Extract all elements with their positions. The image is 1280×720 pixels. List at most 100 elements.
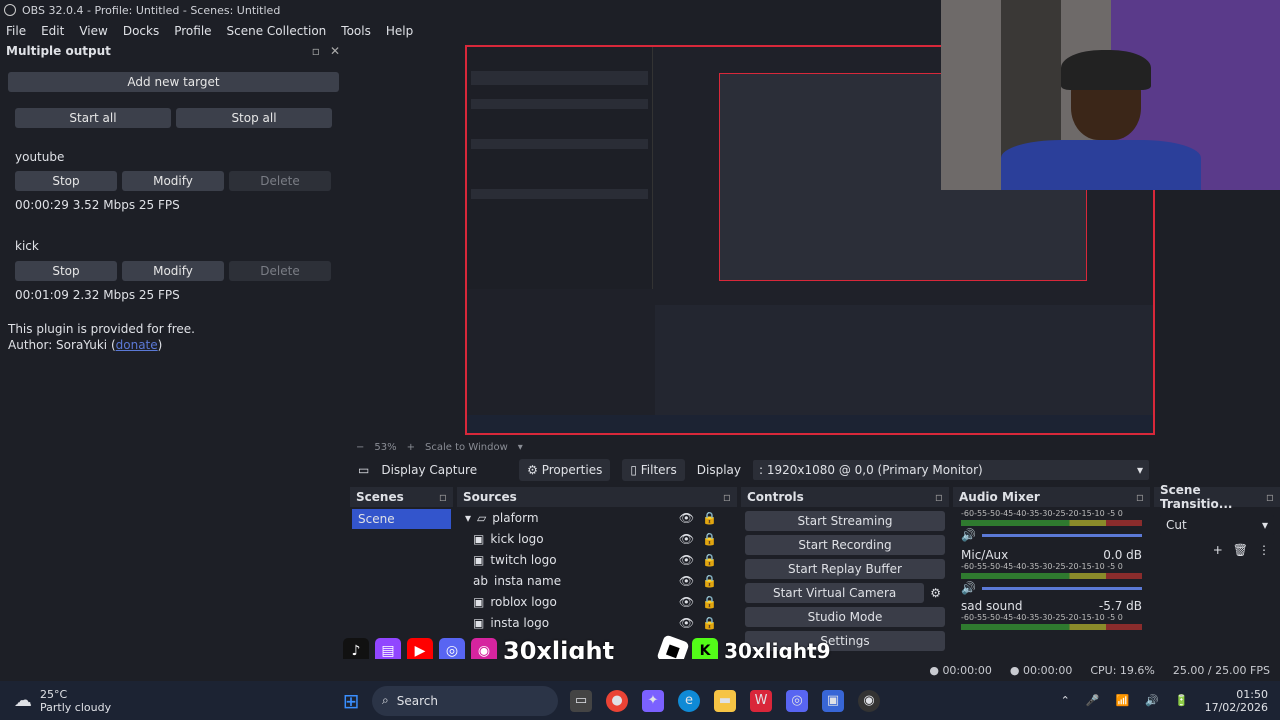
discord-icon[interactable]: ◎ [786, 689, 808, 712]
source-row[interactable]: ▣ roblox logo 👁🔒 [457, 591, 737, 612]
task-view-icon[interactable]: ▭ [570, 689, 592, 712]
edge-icon[interactable]: e [678, 689, 700, 712]
source-label: plaform [492, 510, 539, 525]
gear-icon[interactable]: ⚙ [930, 586, 941, 600]
chevron-down-icon[interactable]: ▾ [465, 511, 471, 525]
trash-icon[interactable]: 🗑 [1233, 543, 1248, 557]
source-row[interactable]: ▣ insta logo 👁🔒 [457, 612, 737, 633]
filters-button[interactable]: ▯ Filters [622, 459, 685, 481]
chrome-icon[interactable]: ● [606, 689, 628, 712]
channel-name: sad sound [961, 599, 1023, 613]
copilot-icon[interactable]: ✦ [642, 689, 664, 712]
float-icon[interactable]: ▫ [723, 490, 731, 504]
clock[interactable]: 01:50 17/02/2026 [1205, 688, 1268, 714]
menu-tools[interactable]: Tools [341, 24, 371, 38]
zoom-out-icon[interactable]: − [356, 442, 364, 453]
source-row[interactable]: ▣ twitch logo 👁🔒 [457, 549, 737, 570]
zoom-in-icon[interactable]: + [407, 442, 415, 453]
source-label: kick logo [490, 531, 544, 546]
menu-profile[interactable]: Profile [174, 24, 211, 38]
properties-button[interactable]: ⚙ Properties [519, 459, 611, 481]
visibility-lock-icons[interactable]: 👁🔒 [679, 532, 725, 546]
menu-help[interactable]: Help [386, 24, 413, 38]
add-target-button[interactable]: Add new target [8, 72, 339, 92]
dock-title: Scene Transitio... [1160, 483, 1233, 511]
stop-button[interactable]: Stop [15, 261, 117, 281]
studio-mode-button[interactable]: Studio Mode [745, 607, 945, 627]
delete-button[interactable]: Delete [229, 171, 331, 191]
app-icon[interactable]: ▣ [822, 689, 844, 712]
search-label: Search [396, 693, 438, 708]
weather-widget[interactable]: ☁ 25°C Partly cloudy [0, 688, 340, 714]
float-icon[interactable]: ▫ [1266, 490, 1274, 504]
volume-meter [961, 573, 1142, 579]
audio-mixer-dock: Audio Mixer ▫ -60-55-50-45-40-35-30-25-20… [953, 487, 1150, 659]
target-stats: 00:00:29 3.52 Mbps 25 FPS [15, 198, 180, 212]
volume-slider[interactable] [981, 533, 1142, 537]
weather-icon: ☁ [14, 690, 32, 711]
start-recording-button[interactable]: Start Recording [745, 535, 945, 555]
stop-button[interactable]: Stop [15, 171, 117, 191]
properties-label: Properties [541, 463, 603, 477]
start-virtual-camera-button[interactable]: Start Virtual Camera [745, 583, 925, 603]
visibility-lock-icons[interactable]: 👁🔒 [679, 553, 725, 567]
menu-docks[interactable]: Docks [123, 24, 159, 38]
chevron-up-icon[interactable]: ⌃ [1061, 694, 1070, 707]
speaker-icon[interactable]: 🔊 [961, 528, 976, 542]
nested-bar [471, 71, 648, 85]
visibility-lock-icons[interactable]: 👁🔒 [679, 511, 725, 525]
target-name: kick [15, 239, 39, 253]
windows-start-icon[interactable]: ⊞ [340, 689, 362, 713]
file-explorer-icon[interactable]: ▬ [714, 689, 736, 712]
wifi-icon[interactable]: 📶 [1115, 694, 1129, 707]
transition-actions: + 🗑 ⋮ [1154, 543, 1280, 557]
visibility-lock-icons[interactable]: 👁🔒 [679, 616, 725, 630]
transition-select[interactable]: Cut ▾ [1160, 515, 1274, 535]
wps-icon[interactable]: W [750, 689, 772, 712]
mic-icon[interactable]: 🎤 [1086, 694, 1100, 707]
modify-button[interactable]: Modify [122, 261, 224, 281]
stop-all-button[interactable]: Stop all [176, 108, 332, 128]
menu-file[interactable]: File [6, 24, 26, 38]
start-all-button[interactable]: Start all [15, 108, 171, 128]
plugin-note: This plugin is provided for free. [8, 322, 195, 336]
close-icon[interactable]: ✕ [330, 44, 340, 58]
donate-link[interactable]: donate [116, 338, 158, 352]
zoom-mode[interactable]: Scale to Window [425, 442, 508, 453]
channel-db: -5.7 dB [1098, 599, 1142, 613]
delete-button[interactable]: Delete [229, 261, 331, 281]
float-icon[interactable]: ▫ [1136, 490, 1144, 504]
nested-bar [471, 139, 648, 149]
obs-icon[interactable]: ◉ [858, 689, 880, 712]
float-icon[interactable]: ▫ [312, 44, 320, 58]
chevron-down-icon[interactable]: ▾ [518, 442, 523, 453]
weather-temp: 25°C [40, 687, 68, 701]
volume-slider[interactable] [981, 586, 1142, 590]
source-group[interactable]: ▾ ▱ plaform 👁🔒 [457, 507, 737, 528]
menu-scene-collection[interactable]: Scene Collection [227, 24, 327, 38]
start-streaming-button[interactable]: Start Streaming [745, 511, 945, 531]
display-value: : 1920x1080 @ 0,0 (Primary Monitor) [758, 463, 983, 477]
visibility-lock-icons[interactable]: 👁🔒 [679, 574, 725, 588]
system-tray: ⌃ 🎤 📶 🔊 🔋 01:50 17/02/2026 [1061, 688, 1280, 714]
add-icon[interactable]: + [1213, 543, 1223, 557]
menu-view[interactable]: View [79, 24, 107, 38]
float-icon[interactable]: ▫ [935, 490, 943, 504]
start-replay-buffer-button[interactable]: Start Replay Buffer [745, 559, 945, 579]
menu-edit[interactable]: Edit [41, 24, 64, 38]
display-select[interactable]: : 1920x1080 @ 0,0 (Primary Monitor) ▾ [752, 460, 1149, 480]
source-row[interactable]: ▣ kick logo 👁🔒 [457, 528, 737, 549]
author-line: Author: SoraYuki (donate) [8, 338, 162, 352]
modify-button[interactable]: Modify [122, 171, 224, 191]
text-icon: ab [473, 573, 488, 588]
scene-item[interactable]: Scene [352, 509, 451, 529]
battery-icon[interactable]: 🔋 [1175, 694, 1189, 707]
float-icon[interactable]: ▫ [439, 490, 447, 504]
more-icon[interactable]: ⋮ [1258, 543, 1270, 557]
source-row[interactable]: ab insta name 👁🔒 [457, 570, 737, 591]
chevron-down-icon: ▾ [1136, 463, 1143, 477]
volume-icon[interactable]: 🔊 [1145, 694, 1159, 707]
speaker-icon[interactable]: 🔊 [961, 581, 976, 595]
visibility-lock-icons[interactable]: 👁🔒 [679, 595, 725, 609]
taskbar-search[interactable]: ⌕ Search [372, 685, 558, 716]
